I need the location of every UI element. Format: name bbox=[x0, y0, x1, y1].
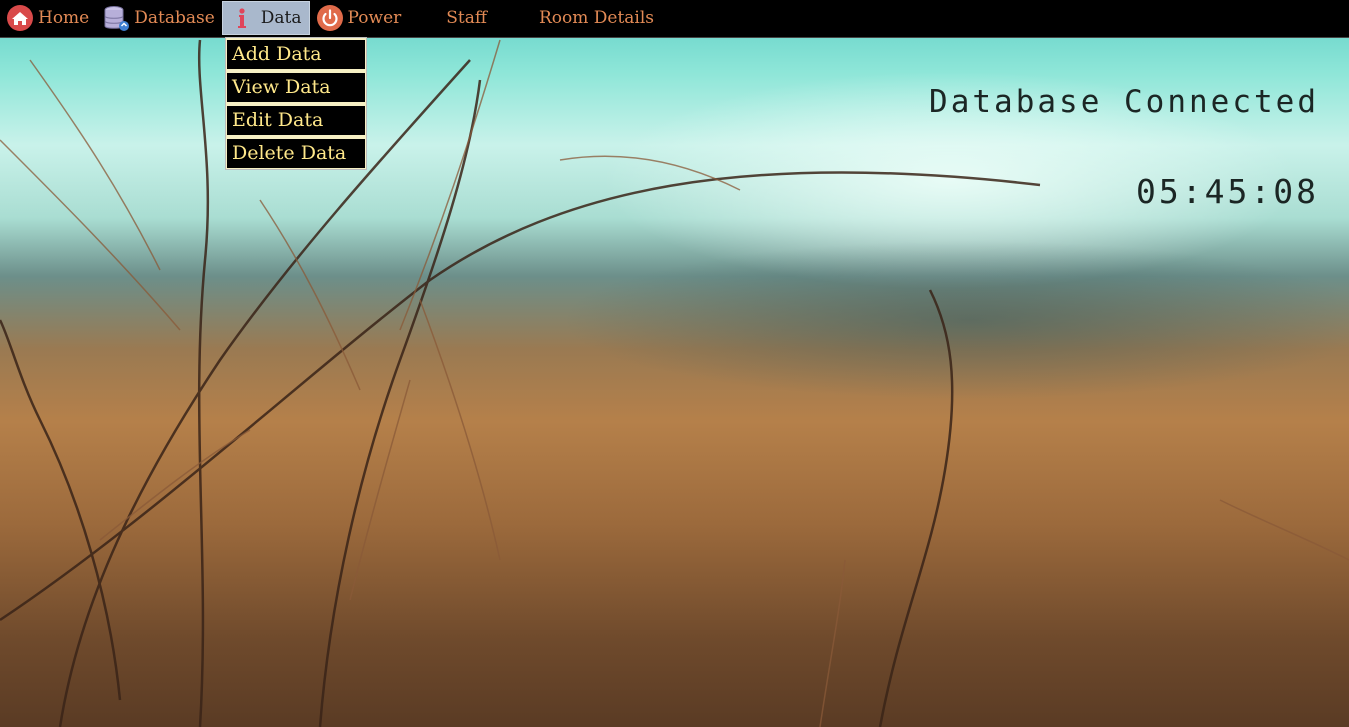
info-icon bbox=[229, 4, 257, 32]
power-icon bbox=[316, 4, 344, 32]
dropdown-item-add-data[interactable]: Add Data bbox=[227, 40, 365, 69]
database-icon bbox=[102, 4, 130, 32]
home-icon bbox=[6, 4, 34, 32]
dropdown-item-view-data[interactable]: View Data bbox=[227, 73, 365, 102]
menu-home[interactable]: Home bbox=[0, 1, 96, 35]
dropdown-item-delete-data[interactable]: Delete Data bbox=[227, 139, 365, 168]
menu-room-details[interactable]: Room Details bbox=[499, 1, 666, 35]
menu-bar: Home Database Data Power Staff Room Deta… bbox=[0, 0, 1349, 38]
background-hill bbox=[560, 240, 1349, 400]
menu-data-label: Data bbox=[260, 8, 302, 28]
desktop-window: Home Database Data Power Staff Room Deta… bbox=[0, 0, 1349, 727]
menu-staff-label: Staff bbox=[446, 8, 487, 28]
database-status-text: Database Connected bbox=[929, 84, 1319, 120]
menu-power[interactable]: Power bbox=[310, 1, 409, 35]
menu-power-label: Power bbox=[347, 8, 402, 28]
menu-staff[interactable]: Staff bbox=[408, 1, 499, 35]
dropdown-item-edit-data[interactable]: Edit Data bbox=[227, 106, 365, 135]
menu-home-label: Home bbox=[38, 8, 90, 28]
digital-clock: 05:45:08 bbox=[1136, 172, 1319, 211]
menu-database[interactable]: Database bbox=[96, 1, 222, 35]
menu-room-details-label: Room Details bbox=[538, 8, 655, 28]
data-dropdown-menu: Add Data View Data Edit Data Delete Data bbox=[225, 37, 367, 170]
menu-data[interactable]: Data bbox=[221, 1, 310, 35]
menu-database-label: Database bbox=[134, 8, 215, 28]
